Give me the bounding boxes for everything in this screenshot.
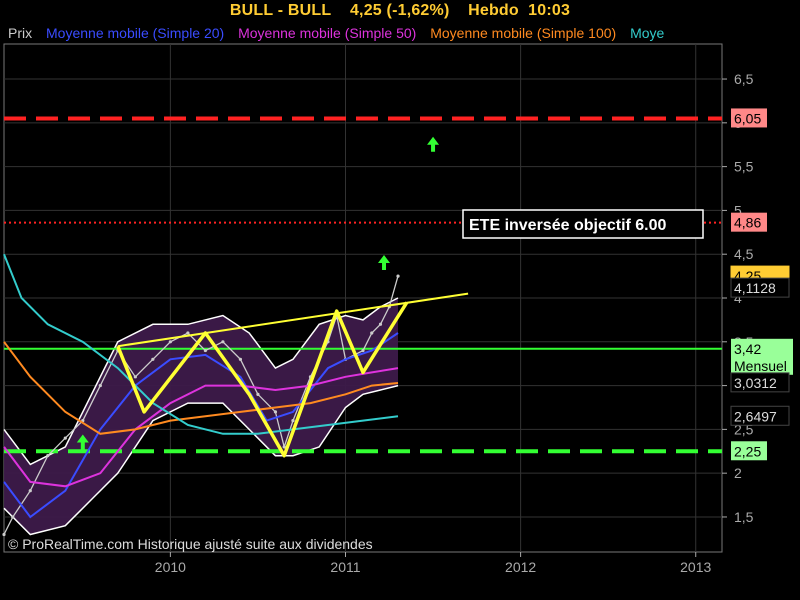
price-point	[28, 489, 32, 493]
price-point	[63, 436, 67, 440]
price-point	[133, 375, 137, 379]
price-point	[203, 348, 207, 353]
price-point	[151, 357, 155, 361]
price-point	[396, 274, 400, 278]
price-point	[2, 532, 6, 537]
price-point	[361, 348, 365, 353]
level-label: 6,05	[734, 110, 761, 126]
level-label: 2,25	[734, 443, 761, 459]
value-label: 4,1128	[734, 280, 776, 296]
price-chart: 1,522,533,544,555,566,52010201120122013E…	[2, 43, 793, 575]
price-point	[221, 340, 225, 344]
price-point	[168, 340, 172, 344]
annotation-text: ETE inversée objectif 6.00	[469, 217, 667, 234]
y-tick-label: 4,5	[734, 246, 754, 262]
price-point	[370, 331, 374, 335]
price-point	[11, 515, 15, 519]
level-label: 4,86	[734, 215, 761, 231]
price-point	[256, 392, 260, 396]
x-tick-label: 2010	[155, 559, 186, 575]
x-tick-label: 2012	[505, 559, 536, 575]
price-point	[98, 383, 102, 388]
level-label: 3,42	[734, 341, 761, 357]
value-label: 3,0312	[734, 375, 777, 391]
price-point	[186, 331, 190, 335]
value-label: 2,6497	[734, 408, 777, 424]
price-point	[291, 419, 295, 423]
y-tick-label: 1,5	[734, 509, 754, 525]
y-tick-label: 5,5	[734, 159, 754, 175]
price-point	[273, 410, 278, 414]
price-point	[46, 454, 50, 458]
price-point	[378, 322, 383, 326]
footer-note: © ProRealTime.com Historique ajusté suit…	[8, 536, 373, 552]
level-label: Mensuel	[734, 358, 787, 374]
price-point	[238, 357, 243, 361]
y-tick-label: 2	[734, 465, 742, 481]
x-tick-label: 2011	[330, 559, 360, 575]
x-tick-label: 2013	[680, 559, 711, 575]
y-tick-label: 6,5	[734, 71, 754, 87]
